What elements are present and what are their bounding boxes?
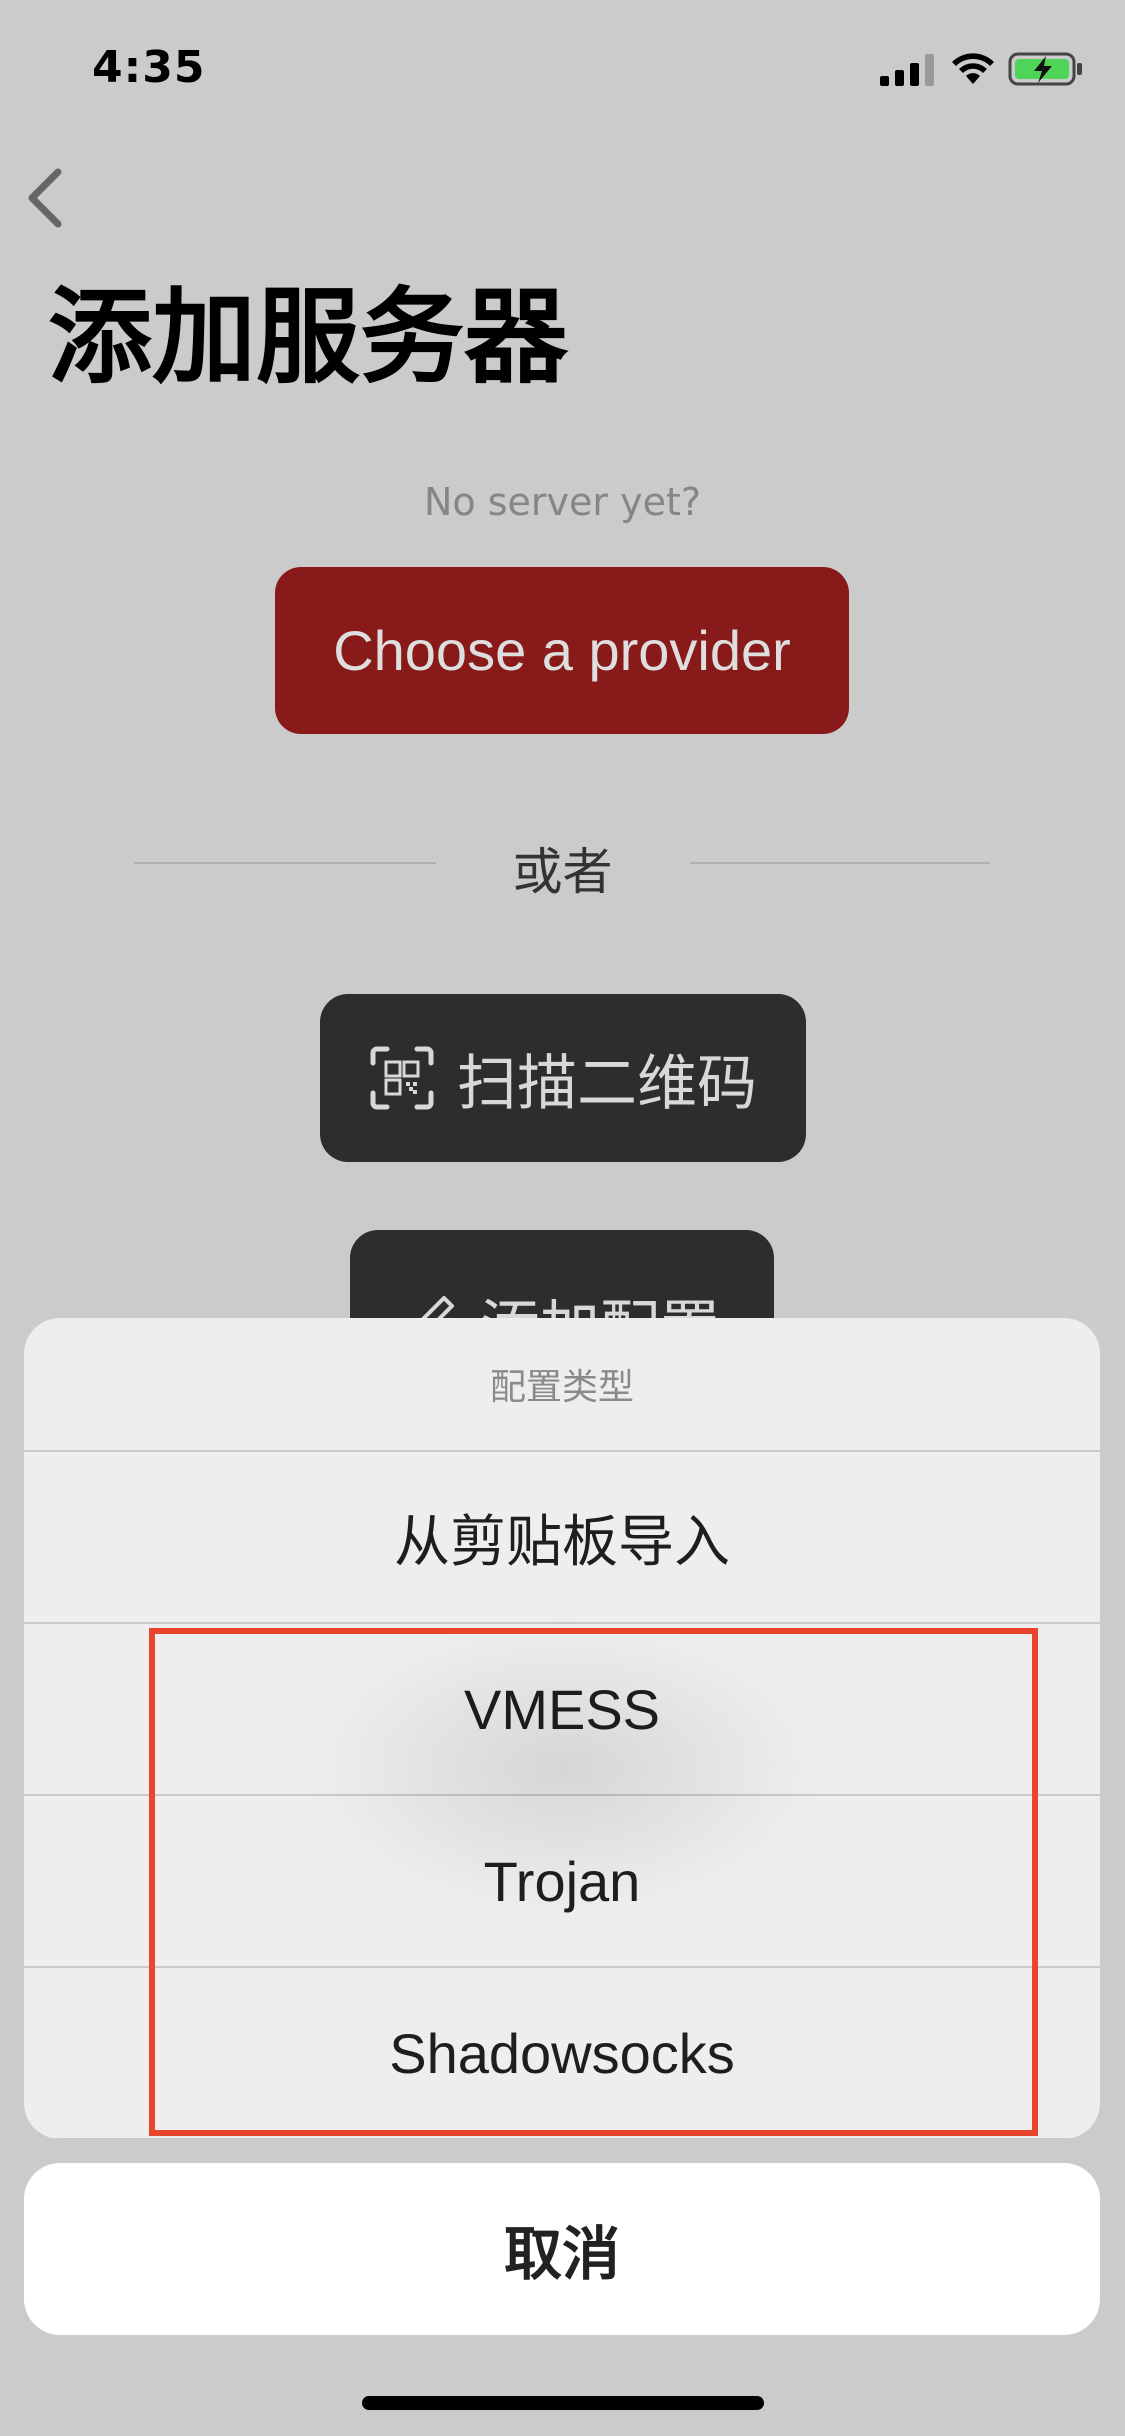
divider-or-text: 或者 — [512, 843, 613, 901]
shadowsocks-option[interactable]: Shadowsocks — [24, 1968, 1100, 2139]
battery-charging-icon — [1008, 52, 1082, 86]
scan-qr-label: 扫描二维码 — [457, 1048, 757, 1119]
config-type-action-sheet: 配置类型 从剪贴板导入 VMESS Trojan Shadowsocks — [24, 1318, 1100, 2139]
back-chevron-icon[interactable] — [18, 160, 78, 236]
vmess-option[interactable]: VMESS — [24, 1624, 1100, 1796]
no-server-text: No server yet? — [423, 480, 702, 524]
divider-right — [690, 862, 990, 864]
scan-qr-button[interactable]: 扫描二维码 — [320, 994, 806, 1162]
wifi-icon — [952, 53, 994, 84]
home-indicator — [362, 2396, 764, 2410]
qr-scan-icon — [370, 1046, 434, 1110]
cellular-signal-icon — [880, 54, 934, 86]
cancel-button[interactable]: 取消 — [24, 2163, 1100, 2335]
screen: 4:35 添加服务器 No server yet? Choose a provi… — [0, 0, 1125, 2436]
status-bar: 4:35 — [0, 0, 1125, 132]
import-from-clipboard-option[interactable]: 从剪贴板导入 — [24, 1452, 1100, 1624]
trojan-option[interactable]: Trojan — [24, 1796, 1100, 1968]
choose-provider-button[interactable]: Choose a provider — [275, 567, 849, 734]
status-time: 4:35 — [92, 42, 206, 93]
choose-provider-label: Choose a provider — [333, 619, 791, 682]
page-title: 添加服务器 — [48, 276, 569, 398]
action-sheet-title: 配置类型 — [24, 1318, 1100, 1452]
